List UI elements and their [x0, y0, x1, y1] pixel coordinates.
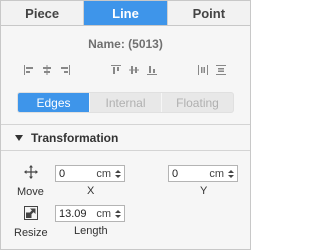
move-x-value[interactable]: 0 — [56, 168, 96, 180]
resize-length-label: Length — [74, 225, 108, 237]
line-properties-panel: Piece Line Point Name: (5013) Edges Inte… — [0, 0, 251, 250]
move-y-field[interactable]: 0 cm — [168, 165, 238, 182]
move-x-field[interactable]: 0 cm — [55, 165, 125, 182]
resize-label: Resize — [14, 227, 48, 239]
move-label: Move — [17, 186, 44, 198]
move-y-stepper[interactable] — [226, 166, 235, 181]
line-type-segmented-control: Edges Internal Floating — [1, 83, 250, 124]
align-center-vertical-icon[interactable] — [128, 64, 140, 76]
transformation-section-header[interactable]: Transformation — [1, 125, 250, 151]
resize-length-unit: cm — [96, 207, 111, 220]
resize-length-field[interactable]: 13.09 cm — [55, 205, 125, 222]
tab-line[interactable]: Line — [84, 1, 168, 25]
align-center-horizontal-icon[interactable] — [41, 64, 53, 76]
align-top-icon[interactable] — [110, 64, 122, 76]
segment-floating[interactable]: Floating — [162, 93, 233, 112]
align-right-icon[interactable] — [59, 64, 71, 76]
move-x-unit: cm — [96, 167, 111, 180]
move-y-unit: cm — [209, 167, 224, 180]
align-bottom-icon[interactable] — [146, 64, 158, 76]
distribute-vertical-icon[interactable] — [215, 64, 227, 76]
distribute-horizontal-icon[interactable] — [197, 64, 209, 76]
tab-bar: Piece Line Point — [1, 1, 250, 26]
resize-length-stepper[interactable] — [113, 206, 122, 221]
section-title: Transformation — [31, 130, 119, 145]
move-y-value[interactable]: 0 — [169, 168, 209, 180]
segment-edges[interactable]: Edges — [18, 93, 90, 112]
segment-internal[interactable]: Internal — [90, 93, 162, 112]
tab-point[interactable]: Point — [167, 1, 250, 25]
selection-name: Name: (5013) — [88, 36, 163, 51]
move-x-stepper[interactable] — [113, 166, 122, 181]
caret-down-icon — [15, 134, 23, 141]
resize-length-value[interactable]: 13.09 — [56, 208, 96, 220]
resize-icon — [24, 206, 38, 223]
align-toolbar — [1, 61, 250, 83]
tab-piece[interactable]: Piece — [1, 1, 85, 25]
align-left-icon[interactable] — [23, 64, 35, 76]
move-icon — [23, 164, 39, 183]
move-y-label: Y — [200, 185, 208, 197]
move-x-label: X — [87, 185, 95, 197]
